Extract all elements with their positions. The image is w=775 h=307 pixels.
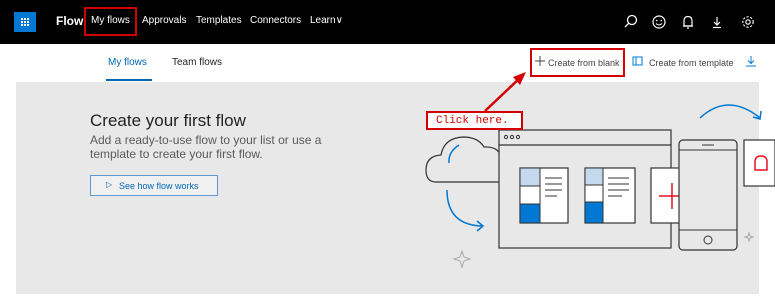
curved-arrow-right: [699, 104, 761, 119]
notification-card: [743, 139, 775, 187]
flow-illustration: [425, 72, 775, 269]
cloud-shape: [425, 136, 503, 183]
annotation-arrow: [484, 75, 523, 112]
sparkle-icon: [452, 249, 472, 269]
sparkle-icon-right: [743, 231, 755, 243]
annotation-callout: Click here.: [426, 111, 523, 130]
annotation-callout-text: Click here.: [436, 115, 509, 127]
curved-arrow-left: [446, 189, 483, 227]
tablet-device: [678, 139, 738, 251]
